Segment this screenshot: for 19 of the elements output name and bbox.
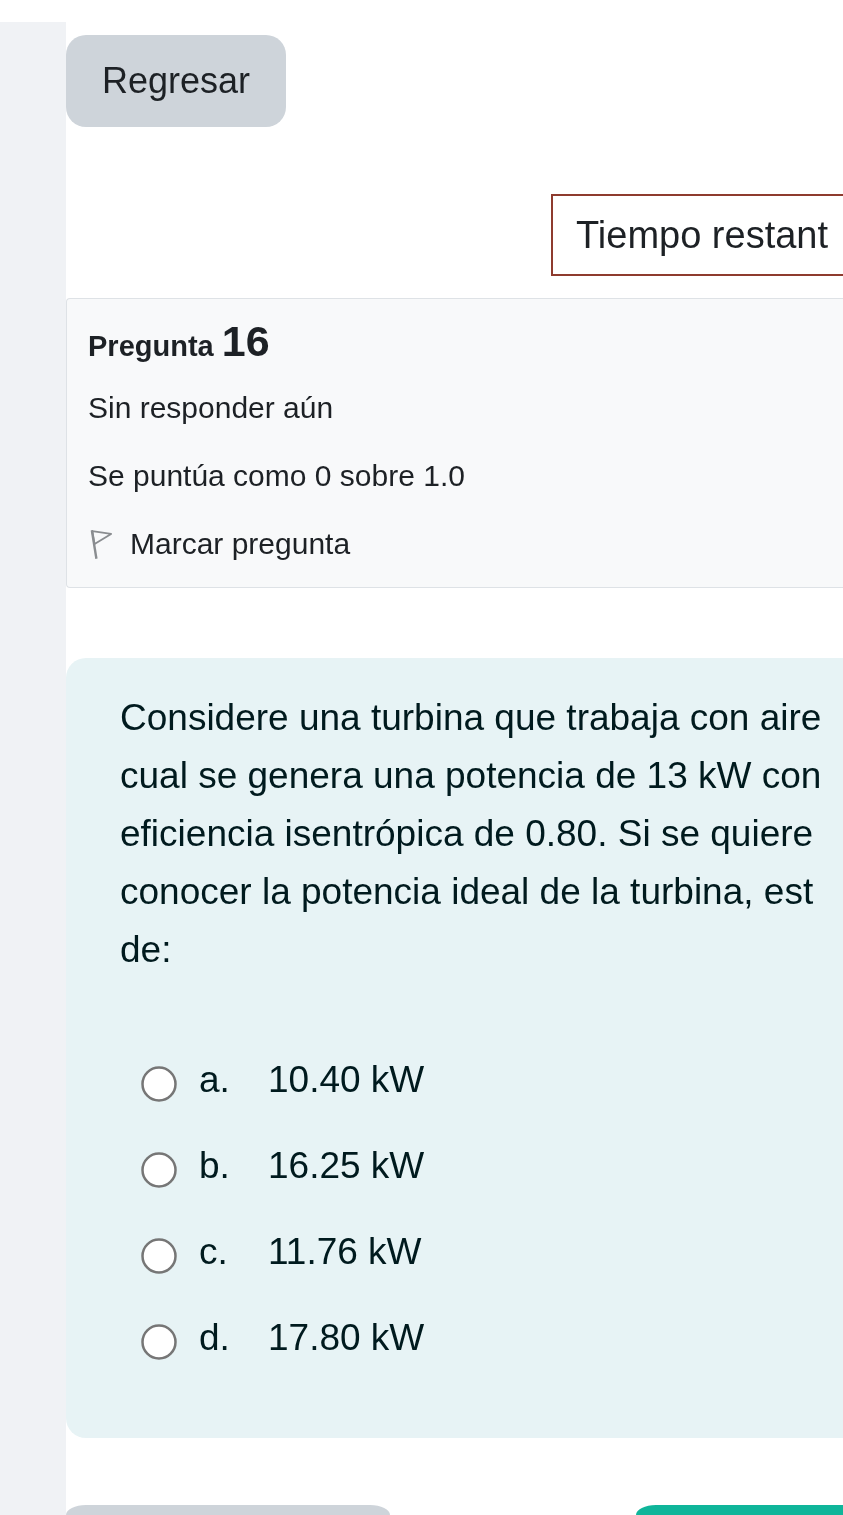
timer-box: Tiempo restant	[551, 194, 843, 276]
option-letter: c.	[199, 1231, 229, 1273]
option-letter: a.	[199, 1059, 231, 1101]
question-title: Pregunta 16	[88, 316, 271, 366]
question-status: Sin responder aún	[88, 390, 335, 426]
option-text: 10.40 kW	[268, 1059, 425, 1101]
radio-button[interactable]	[141, 1238, 177, 1274]
question-grade: Se puntúa como 0 sobre 1.0	[88, 458, 466, 494]
option-text: 16.25 kW	[268, 1145, 425, 1187]
radio-button[interactable]	[141, 1066, 177, 1102]
flag-question-link[interactable]: Marcar pregunta	[88, 526, 351, 562]
option-text: 11.76 kW	[268, 1231, 422, 1273]
option-text: 17.80 kW	[268, 1317, 425, 1359]
radio-button[interactable]	[141, 1152, 177, 1188]
option-letter: d.	[199, 1317, 231, 1359]
option-letter: b.	[199, 1145, 231, 1187]
question-text: Considere una turbina que trabaja con aire cual se genera una potencia de 13 kW con eficiencia isentrópica de 0.80. Si se quiere conocer la potencia ideal de la turbina, est de:	[120, 696, 823, 972]
radio-button[interactable]	[141, 1324, 177, 1360]
back-button[interactable]: Regresar	[66, 35, 286, 127]
